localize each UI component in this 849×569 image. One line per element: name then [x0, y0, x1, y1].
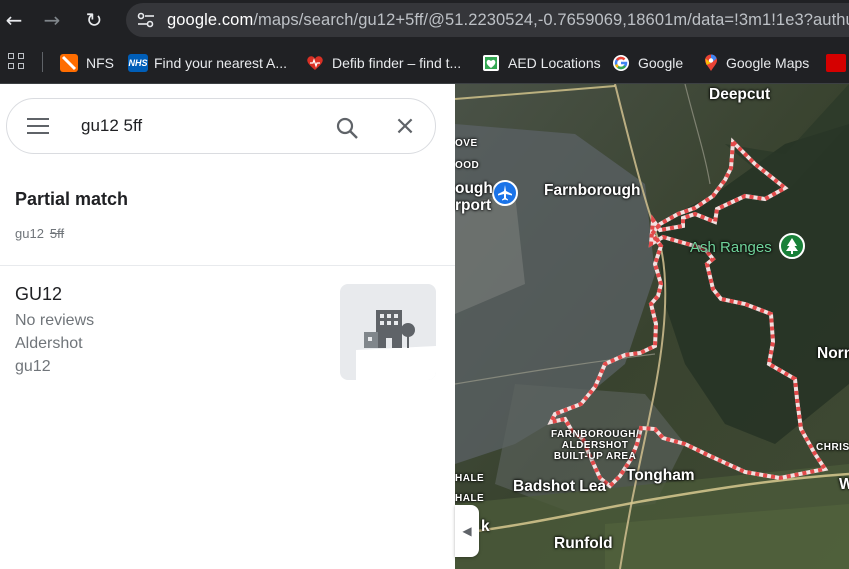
- result-town: Aldershot: [15, 335, 83, 352]
- bookmark-google[interactable]: Google: [612, 53, 683, 73]
- bookmark-find-nearest[interactable]: NHS Find your nearest A...: [128, 53, 287, 73]
- map-imagery: [455, 84, 849, 569]
- aed-icon: [482, 54, 500, 72]
- forward-button[interactable]: →: [40, 8, 64, 32]
- bookmark-label: Google: [638, 55, 684, 71]
- url-text[interactable]: google.com/maps/search/gu12+5ff/@51.2230…: [167, 11, 849, 30]
- map-label-ood: OOD: [455, 160, 480, 171]
- search-results-panel: gu12 5ff × Partial match gu12 5ff GU12 No…: [0, 84, 455, 569]
- bua-line-3: BUILT-UP AREA: [553, 451, 637, 462]
- map-label-norn[interactable]: Norn: [817, 345, 849, 363]
- bookmark-label: Google Maps: [726, 55, 810, 71]
- site-settings-icon[interactable]: [136, 11, 156, 29]
- map-label-deepcut[interactable]: Deepcut: [709, 86, 770, 104]
- partial-match-detail: gu12 5ff: [15, 226, 64, 241]
- url-host: google.com: [167, 11, 254, 29]
- collapse-panel-button[interactable]: ◀: [455, 505, 479, 557]
- map-label-ash-ranges[interactable]: Ash Ranges: [690, 239, 772, 256]
- back-button[interactable]: ←: [2, 8, 26, 32]
- result-postcode: gu12: [15, 358, 51, 375]
- url-path: /maps/search/gu12+5ff/@51.2230524,-0.765…: [253, 11, 849, 29]
- search-icon[interactable]: [335, 116, 359, 140]
- map-label-ove: OVE: [455, 138, 478, 149]
- result-reviews: No reviews: [15, 312, 95, 329]
- map-label-badshot-lea[interactable]: Badshot Lea: [513, 478, 606, 496]
- bookmark-nfs[interactable]: NFS: [60, 53, 114, 73]
- map-label-chris: CHRIS: [816, 442, 849, 453]
- result-card[interactable]: GU12 No reviews Aldershot gu12: [0, 266, 455, 386]
- menu-icon[interactable]: [27, 118, 49, 134]
- bookmarks-separator: [42, 52, 43, 72]
- close-icon[interactable]: ×: [393, 113, 417, 139]
- apps-grid-icon[interactable]: [8, 53, 26, 71]
- map-label-rport[interactable]: rport: [455, 197, 491, 215]
- map-label-hale: HALE: [455, 473, 485, 484]
- map-label-built-up-area: FARNBOROUGH/ ALDERSHOT BUILT-UP AREA: [551, 429, 639, 462]
- maps-pin-icon: [702, 54, 720, 72]
- nhs-icon: NHS: [128, 54, 148, 72]
- nfs-icon: [60, 54, 78, 72]
- unmatched-term: 5ff: [49, 226, 65, 241]
- airport-pin-icon[interactable]: [492, 180, 518, 206]
- map-label-k: k: [481, 518, 490, 535]
- bua-line-1: FARNBOROUGH/: [551, 429, 640, 440]
- map-label-runfold[interactable]: Runfold: [554, 535, 613, 553]
- bua-line-2: ALDERSHOT: [561, 440, 629, 451]
- result-name[interactable]: GU12: [15, 284, 62, 305]
- map-label-w: W: [839, 476, 849, 493]
- reload-button[interactable]: ↻: [82, 8, 106, 32]
- heart-icon: [306, 54, 324, 72]
- park-pin-icon[interactable]: [779, 233, 805, 259]
- address-bar[interactable]: google.com/maps/search/gu12+5ff/@51.2230…: [126, 3, 849, 37]
- search-input[interactable]: gu12 5ff: [81, 116, 142, 136]
- red-stripes-icon: [826, 54, 846, 72]
- bookmark-label: AED Locations: [508, 55, 601, 71]
- partial-match-heading: Partial match: [15, 189, 129, 209]
- map-label-ough[interactable]: ough: [455, 180, 493, 198]
- browser-toolbar: ← → ↻ google.com/maps/search/gu12+5ff/@5…: [0, 0, 849, 40]
- bookmark-google-maps[interactable]: Google Maps: [702, 53, 809, 73]
- result-thumbnail[interactable]: [340, 284, 436, 380]
- bookmark-red-partial[interactable]: [826, 53, 849, 73]
- search-box[interactable]: gu12 5ff ×: [6, 98, 436, 154]
- map-label-farnborough[interactable]: Farnborough: [544, 182, 640, 200]
- bookmarks-bar: NFS NHS Find your nearest A... Defib fin…: [0, 40, 849, 84]
- building-icon: [356, 310, 436, 380]
- bookmark-aed-locations[interactable]: AED Locations: [482, 53, 601, 73]
- satellite-map[interactable]: Deepcut Farnborough Ash Ranges Badshot L…: [455, 84, 849, 569]
- matched-term: gu12: [15, 226, 44, 241]
- bookmark-defib-finder[interactable]: Defib finder – find t...: [306, 53, 461, 73]
- google-icon: [612, 54, 630, 72]
- bookmark-label: Find your nearest A...: [154, 55, 288, 71]
- bookmark-label: NFS: [86, 55, 114, 71]
- map-label-hale-2: HALE: [455, 493, 485, 504]
- bookmark-label: Defib finder – find t...: [332, 55, 462, 71]
- map-label-tongham[interactable]: Tongham: [626, 467, 695, 485]
